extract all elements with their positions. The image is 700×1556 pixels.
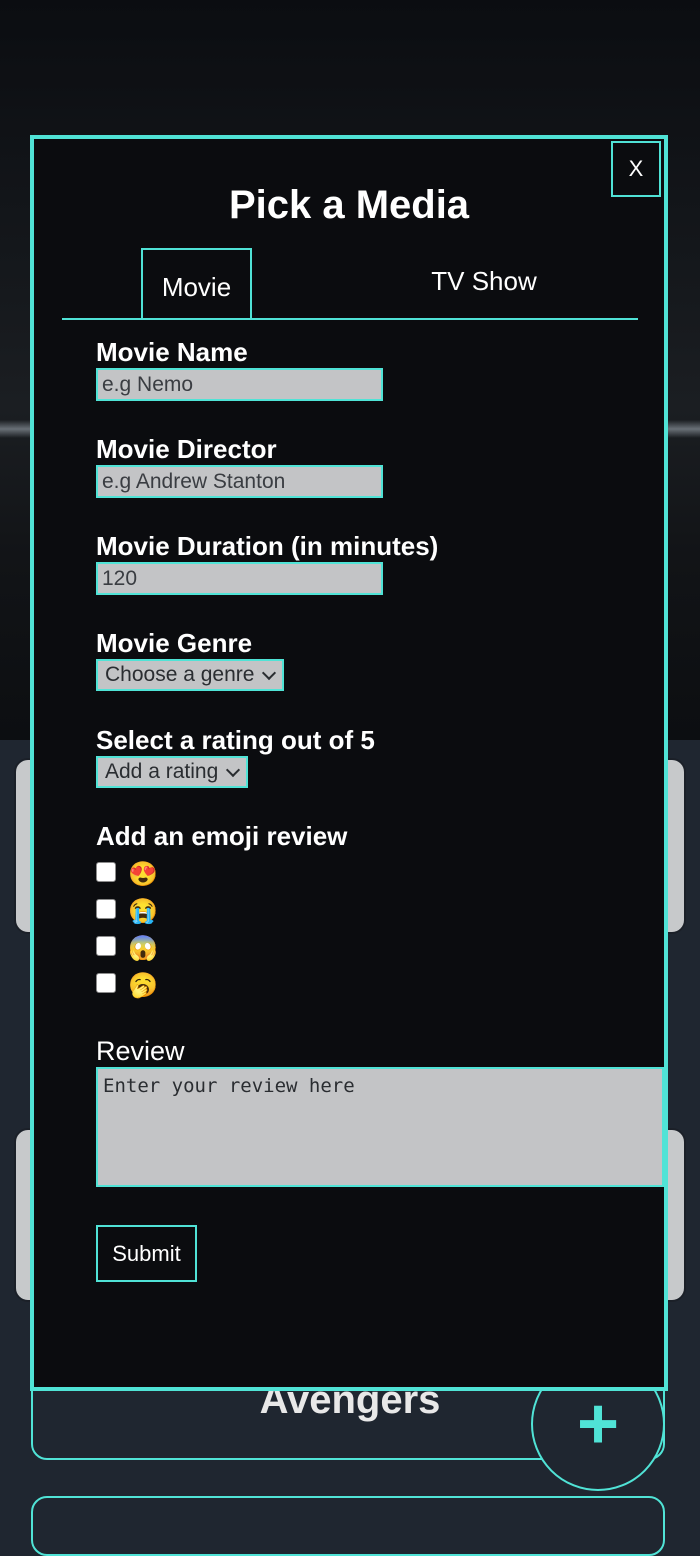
rating-label: Select a rating out of 5 <box>96 725 375 755</box>
heart-eyes-emoji: 😍 <box>128 860 158 888</box>
modal-title: Pick a Media <box>228 183 470 227</box>
genre-select-value: Choose a genre <box>105 663 255 686</box>
chevron-down-icon <box>262 665 277 680</box>
screaming-emoji: 😱 <box>128 934 158 962</box>
media-tabs: Movie TV Show <box>62 248 638 320</box>
emoji-checkbox[interactable] <box>96 861 116 882</box>
movie-form: Movie Name Movie Director Movie Duration… <box>96 336 668 1282</box>
tab-movie[interactable]: Movie <box>141 248 252 318</box>
chevron-down-icon <box>226 762 241 777</box>
crying-emoji: 😭 <box>128 897 158 925</box>
emoji-option: 😍 <box>96 856 668 893</box>
submit-button[interactable]: Submit <box>96 1225 197 1282</box>
movie-genre-label: Movie Genre <box>96 628 253 658</box>
tab-tv-show[interactable]: TV Show <box>392 248 576 318</box>
emoji-checkbox[interactable] <box>96 898 116 919</box>
emoji-checkbox[interactable] <box>96 972 116 993</box>
rating-select[interactable]: Add a rating <box>96 756 249 788</box>
emoji-review-label: Add an emoji review <box>96 821 348 851</box>
yawning-emoji: 🥱 <box>128 971 158 999</box>
movie-name-input[interactable] <box>96 368 383 401</box>
pick-media-modal: X Pick a Media Movie TV Show Movie Name … <box>30 135 668 1391</box>
genre-select[interactable]: Choose a genre <box>96 659 285 691</box>
movie-duration-input[interactable] <box>96 562 383 595</box>
review-textarea[interactable] <box>96 1067 664 1187</box>
movie-director-label: Movie Director <box>96 434 277 464</box>
emoji-option: 😭 <box>96 893 668 930</box>
movie-duration-label: Movie Duration (in minutes) <box>96 531 439 561</box>
movie-card[interactable] <box>31 1496 665 1556</box>
movie-director-input[interactable] <box>96 465 383 498</box>
emoji-option: 🥱 <box>96 967 668 1004</box>
movie-name-label: Movie Name <box>96 337 248 367</box>
review-label: Review <box>96 1036 185 1066</box>
plus-icon: + <box>576 1384 620 1464</box>
emoji-checkbox[interactable] <box>96 935 116 956</box>
emoji-option: 😱 <box>96 930 668 967</box>
rating-select-value: Add a rating <box>105 760 219 783</box>
